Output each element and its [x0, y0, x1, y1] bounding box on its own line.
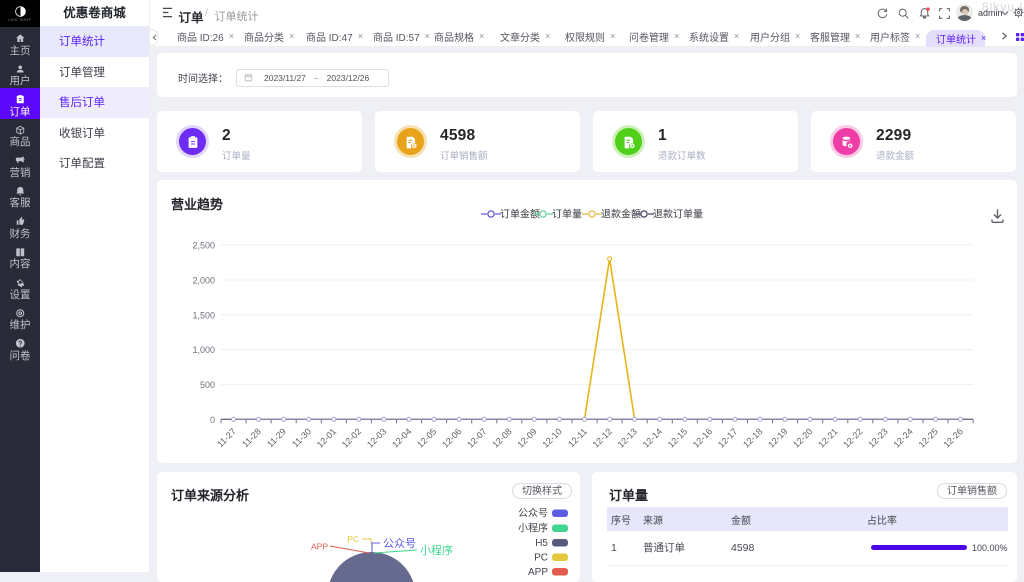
- svg-text:退款订单量: 退款订单量: [653, 208, 703, 221]
- svg-text:12-09: 12-09: [515, 426, 538, 449]
- svg-text:小程序: 小程序: [518, 522, 548, 535]
- svg-text:公众号: 公众号: [383, 537, 416, 550]
- svg-text:12-10: 12-10: [540, 426, 563, 449]
- svg-text:12-25: 12-25: [917, 426, 940, 449]
- svg-text:1,000: 1,000: [192, 345, 215, 355]
- svg-text:公众号: 公众号: [518, 508, 548, 520]
- svg-text:12-05: 12-05: [415, 426, 438, 449]
- svg-text:订单量: 订单量: [552, 209, 582, 221]
- svg-text:12-26: 12-26: [942, 426, 965, 449]
- svg-text:12-08: 12-08: [490, 426, 513, 449]
- svg-text:12-20: 12-20: [791, 426, 814, 449]
- svg-text:12-21: 12-21: [816, 426, 839, 449]
- svg-text:12-13: 12-13: [616, 426, 639, 449]
- svg-text:12-11: 12-11: [566, 426, 589, 449]
- svg-text:11-29: 11-29: [265, 426, 288, 449]
- svg-text:12-15: 12-15: [666, 426, 689, 449]
- svg-text:11-28: 11-28: [240, 426, 263, 449]
- svg-text:H5: H5: [535, 538, 548, 549]
- svg-text:12-24: 12-24: [891, 426, 914, 449]
- svg-text:12-16: 12-16: [691, 426, 714, 449]
- svg-text:12-01: 12-01: [315, 426, 338, 449]
- svg-text:1,500: 1,500: [192, 310, 215, 320]
- svg-text:APP: APP: [311, 542, 328, 552]
- svg-text:500: 500: [200, 380, 215, 390]
- svg-text:12-17: 12-17: [716, 426, 739, 449]
- svg-text:12-04: 12-04: [390, 426, 413, 449]
- svg-text:小程序: 小程序: [420, 543, 453, 557]
- svg-text:11-30: 11-30: [290, 426, 313, 449]
- svg-text:12-02: 12-02: [340, 426, 363, 449]
- svg-text:PC: PC: [534, 553, 548, 564]
- svg-text:2,500: 2,500: [192, 241, 215, 251]
- svg-text:12-22: 12-22: [841, 426, 864, 449]
- svg-text:APP: APP: [528, 567, 548, 578]
- svg-text:12-18: 12-18: [741, 426, 764, 449]
- svg-text:0: 0: [210, 415, 215, 425]
- svg-text:12-23: 12-23: [866, 426, 889, 449]
- svg-text:12-03: 12-03: [365, 426, 388, 449]
- svg-text:11-27: 11-27: [215, 426, 238, 449]
- svg-text:PC: PC: [347, 534, 359, 544]
- svg-text:12-07: 12-07: [465, 426, 488, 449]
- svg-text:12-06: 12-06: [440, 426, 463, 449]
- svg-text:12-12: 12-12: [591, 426, 614, 449]
- svg-text:12-14: 12-14: [641, 426, 664, 449]
- svg-text:2,000: 2,000: [192, 276, 215, 286]
- svg-text:12-19: 12-19: [766, 426, 789, 449]
